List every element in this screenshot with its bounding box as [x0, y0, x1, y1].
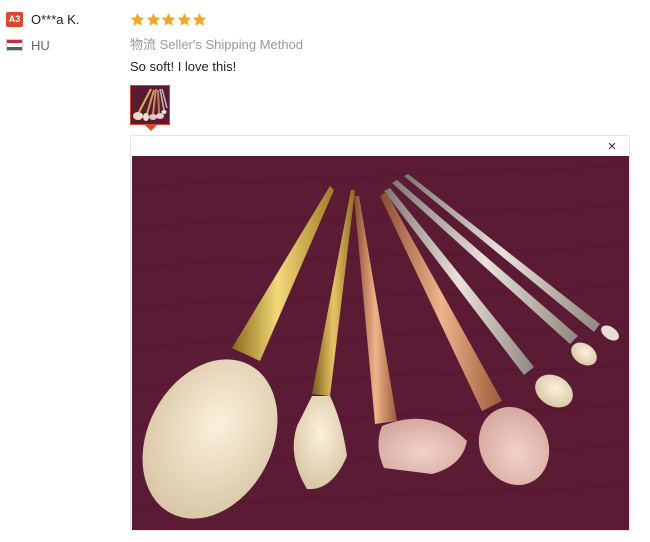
- photo-thumbnail[interactable]: [130, 85, 170, 125]
- photo-viewer: ×: [130, 135, 630, 531]
- thumbnail-selected-indicator: [145, 125, 157, 131]
- review-body: 物流 Seller's Shipping Method So soft! I l…: [130, 10, 630, 77]
- star-rating: [130, 10, 630, 28]
- shipping-info: 物流 Seller's Shipping Method: [130, 34, 630, 52]
- star-icon: [161, 12, 176, 26]
- logistics-label: 物流: [130, 37, 157, 52]
- close-icon[interactable]: ×: [605, 139, 619, 154]
- reviewer-country: HU: [6, 37, 121, 53]
- brush-thumbnail-image: [131, 86, 169, 124]
- review-text: So soft! I love this!: [130, 59, 237, 74]
- buyer-level-badge: A3: [6, 11, 23, 27]
- reviewer-header: A3 O***a K.: [6, 10, 121, 28]
- makeup-brush-set-photo-icon: [132, 156, 629, 530]
- reviewer-info: A3 O***a K. HU: [6, 10, 121, 53]
- star-icon: [130, 12, 145, 26]
- shipping-method: Seller's Shipping Method: [159, 37, 304, 52]
- review-photo: [132, 156, 629, 530]
- reviewer-name: O***a K.: [31, 11, 80, 27]
- country-code: HU: [31, 37, 50, 53]
- star-icon: [177, 12, 191, 26]
- star-icon: [192, 12, 207, 26]
- star-icon: [146, 12, 160, 26]
- hungary-flag-icon: [6, 39, 23, 51]
